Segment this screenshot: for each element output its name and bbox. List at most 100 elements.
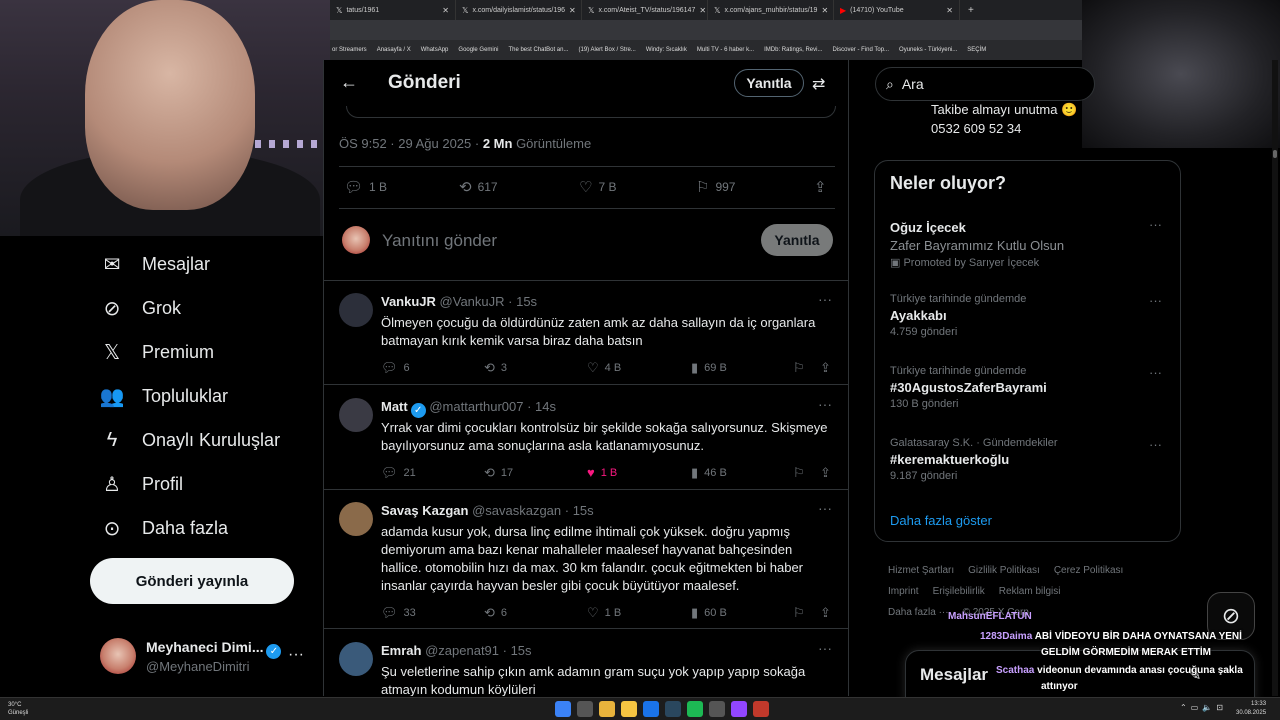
start-icon[interactable] <box>555 701 571 717</box>
repost-action[interactable]: ⟲ 3 <box>484 360 507 376</box>
footer-link[interactable]: Daha fazla ··· <box>888 607 949 618</box>
scrollbar[interactable] <box>1272 60 1278 696</box>
more-icon[interactable]: ··· <box>818 640 832 656</box>
search-input[interactable]: Ara <box>902 76 924 92</box>
sidebar-item-grok[interactable]: ⊘ Grok <box>100 296 181 320</box>
author-handle[interactable]: @savaskazgan <box>472 503 561 518</box>
bookmark-action[interactable]: ⚐ <box>793 605 805 621</box>
bookmark[interactable]: Google Gemini <box>458 47 498 53</box>
share-action[interactable]: ⇪ <box>820 360 831 376</box>
sidebar-item-communities[interactable]: 👥 Topluluklar <box>100 384 229 408</box>
bookmark-action[interactable]: ⚐ 997 <box>696 178 735 196</box>
steam-icon[interactable] <box>665 701 681 717</box>
bookmark[interactable]: Windy: Sıcaklık <box>646 47 687 53</box>
avatar[interactable] <box>339 642 373 676</box>
system-tray[interactable]: ⌃▭🔈⊡ <box>1180 703 1227 712</box>
post-time[interactable]: · 14s <box>527 399 556 414</box>
weather-widget[interactable]: 30°C Güneşli <box>8 701 28 717</box>
browser-tab[interactable]: 𝕏x.com/Ateist_TV/status/196147 ✕ <box>582 0 708 20</box>
more-icon[interactable]: ··· <box>1149 437 1162 452</box>
repost-action[interactable]: ⟲ 17 <box>484 465 513 481</box>
clock[interactable]: 13:33 30.08.2025 <box>1236 700 1266 718</box>
bookmark[interactable]: Oyuneks - Türkiyeni... <box>899 47 957 53</box>
chrome-icon[interactable] <box>599 701 615 717</box>
bookmark[interactable]: Multi TV - 6 haber k... <box>697 47 754 53</box>
close-icon[interactable]: ✕ <box>569 6 576 15</box>
footer-link[interactable]: Erişilebilirlik <box>933 586 985 597</box>
avatar[interactable] <box>339 398 373 432</box>
reply-post[interactable]: Emrah @zapenat91 · 15s ··· Şu veletlerin… <box>324 630 848 696</box>
share-action[interactable]: ⇪ <box>820 605 831 621</box>
post-time[interactable]: · 15s <box>565 503 594 518</box>
browser-tab[interactable]: 𝕏x.com/ajans_muhbir/status/19 ✕ <box>708 0 834 20</box>
post-timestamp[interactable]: ÖS 9:52 · 29 Ağu 2025 · <box>339 136 483 151</box>
scrollbar-thumb[interactable] <box>1273 150 1277 158</box>
footer-link[interactable]: Gizlilik Politikası <box>968 565 1040 576</box>
bookmark[interactable]: (19) Alert Box / Stre... <box>578 47 635 53</box>
like-action[interactable]: ♡ 7 B <box>579 178 616 196</box>
address-bar[interactable] <box>330 20 1082 40</box>
reply-post[interactable]: VankuJR @VankuJR · 15s ··· Ölmeyen çocuğ… <box>324 281 848 385</box>
reply-action[interactable]: 💬︎ 33 <box>381 605 416 621</box>
bookmark[interactable]: The best ChatBot an... <box>508 47 568 53</box>
more-icon[interactable]: ··· <box>288 646 304 664</box>
views-action[interactable]: ▮ 69 B <box>691 360 727 376</box>
sidebar-item-verified-orgs[interactable]: ϟ Onaylı Kuruluşlar <box>100 428 280 452</box>
like-action[interactable]: ♥ 1 B <box>587 465 617 480</box>
header-reply-button[interactable]: Yanıtla <box>734 69 804 97</box>
repost-action[interactable]: ⟲ 6 <box>484 605 507 621</box>
footer-link[interactable]: Çerez Politikası <box>1054 565 1123 576</box>
spotify-icon[interactable] <box>687 701 703 717</box>
sidebar-item-profile[interactable]: ♙ Profil <box>100 472 183 496</box>
close-icon[interactable]: ✕ <box>699 6 706 15</box>
folder-icon[interactable] <box>621 701 637 717</box>
reply-post[interactable]: Matt ✓ @mattarthur007 · 14s ··· Yrrak var… <box>324 386 848 490</box>
app-icon[interactable] <box>643 701 659 717</box>
back-arrow-icon[interactable]: ← <box>340 72 358 93</box>
views-action[interactable]: ▮ 46 B <box>691 465 727 481</box>
views-action[interactable]: ▮ 60 B <box>691 605 727 621</box>
author-handle[interactable]: @mattarthur007 <box>429 399 523 414</box>
footer-link[interactable]: Imprint <box>888 586 919 597</box>
author-name[interactable]: VankuJR <box>381 294 436 309</box>
reply-action[interactable]: 💬︎ 1 B <box>344 178 387 196</box>
author-name[interactable]: Savaş Kazgan <box>381 503 468 518</box>
trend-item[interactable]: Türkiye tarihinde gündemde #30AgustosZaf… <box>890 365 1170 410</box>
show-more-link[interactable]: Daha fazla göster <box>890 513 992 528</box>
bookmark-action[interactable]: ⚐ <box>793 465 805 481</box>
footer-link[interactable]: Reklam bilgisi <box>999 586 1061 597</box>
share-action[interactable]: ⇪ <box>820 465 831 481</box>
close-icon[interactable]: ✕ <box>946 6 953 15</box>
author-name[interactable]: Matt <box>381 399 408 414</box>
close-icon[interactable]: ✕ <box>442 6 449 15</box>
browser-tab[interactable]: 𝕏x.com/dailyislamist/status/196 ✕ <box>456 0 582 20</box>
sidebar-item-more[interactable]: ⊙ Daha fazla <box>100 516 228 540</box>
more-icon[interactable]: ··· <box>1149 217 1162 232</box>
sidebar-item-messages[interactable]: ✉ Mesajlar <box>100 252 210 276</box>
browser-tab[interactable]: ▶ (14710) YouTube ✕ <box>834 0 960 20</box>
post-button[interactable]: Gönderi yayınla <box>90 558 294 604</box>
close-icon[interactable]: ✕ <box>821 6 828 15</box>
author-name[interactable]: Emrah <box>381 643 421 658</box>
sidebar-item-premium[interactable]: 𝕏 Premium <box>100 340 214 364</box>
bookmark[interactable]: Discover - Find Top... <box>832 47 889 53</box>
search-box[interactable]: ⌕ Ara <box>875 67 1095 101</box>
twitch-icon[interactable] <box>731 701 747 717</box>
more-icon[interactable]: ··· <box>818 291 832 307</box>
reply-post[interactable]: Savaş Kazgan @savaskazgan · 15s ··· adam… <box>324 490 848 629</box>
new-tab-button[interactable]: + <box>960 5 982 16</box>
trend-item[interactable]: Galatasaray S.K. · Gündemdekiler #kerema… <box>890 437 1170 482</box>
sliders-icon[interactable]: ⇄ <box>812 74 825 94</box>
avatar[interactable] <box>339 293 373 327</box>
account-switcher[interactable]: Meyhaneci Dimi... ✓ @MeyhaneDimitri ··· <box>100 638 320 678</box>
post-time[interactable]: · 15s <box>508 294 537 309</box>
more-icon[interactable]: ··· <box>1149 293 1162 308</box>
bookmark-action[interactable]: ⚐ <box>793 360 805 376</box>
more-icon[interactable]: ··· <box>1149 365 1162 380</box>
trend-item[interactable]: Oğuz İçecek Zafer Bayramımız Kutlu Olsun… <box>890 217 1170 269</box>
bookmark[interactable]: IMDb: Ratings, Revi... <box>764 47 822 53</box>
post-time[interactable]: · 15s <box>503 643 532 658</box>
bookmark[interactable]: WhatsApp <box>421 47 449 53</box>
share-action[interactable]: ⇪ <box>814 178 827 196</box>
app-icon[interactable] <box>709 701 725 717</box>
